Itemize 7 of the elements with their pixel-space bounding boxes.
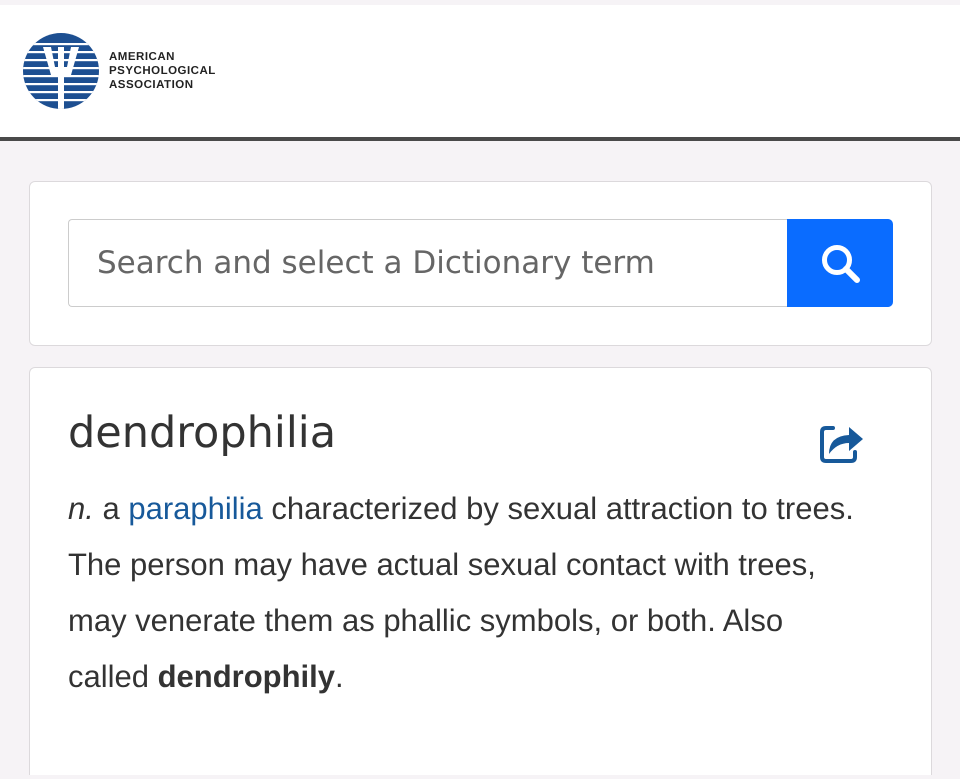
term-link[interactable]: paraphilia: [128, 491, 263, 526]
search-button[interactable]: [787, 219, 893, 307]
organization-name: AMERICAN PSYCHOLOGICAL ASSOCIATION: [109, 50, 216, 92]
definition-text: n. a paraphilia characterized by sexual attraction to trees. The person may have actual sexual contact with trees, may venerate them as phallic symbols, or both. Also called dendrophily.: [68, 490, 855, 696]
search-field[interactable]: Search and select a Dictionary term: [68, 219, 787, 307]
entry-term: dendrophilia: [68, 408, 336, 458]
search-icon: [819, 242, 861, 284]
